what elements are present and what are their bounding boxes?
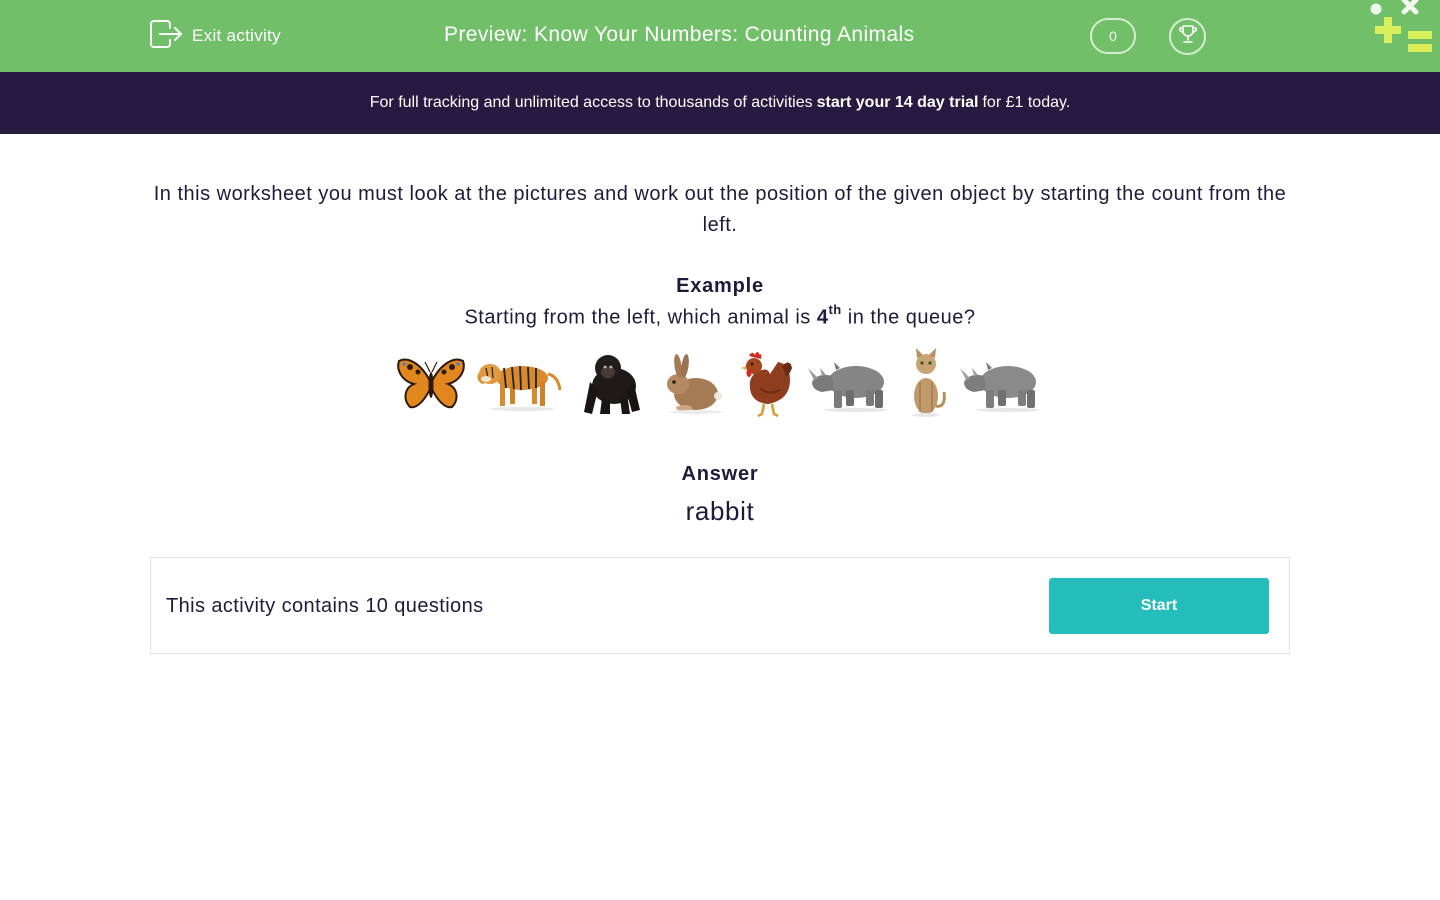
trial-banner: For full tracking and unlimited access t… bbox=[0, 72, 1440, 134]
butterfly-image bbox=[397, 358, 465, 409]
activity-start-panel: This activity contains 10 questions Star… bbox=[150, 557, 1290, 654]
answer-value: rabbit bbox=[685, 496, 755, 526]
cat-image bbox=[912, 348, 946, 417]
ordinal-number: 4 bbox=[816, 306, 829, 329]
site-logo bbox=[1370, 0, 1432, 52]
example-question: Starting from the left, which animal is … bbox=[0, 302, 1440, 330]
trophy-button[interactable] bbox=[1169, 18, 1206, 55]
tiger-image bbox=[477, 364, 562, 411]
intro-text: In this worksheet you must look at the p… bbox=[153, 183, 1287, 236]
answer-heading: Answer bbox=[681, 463, 759, 485]
trial-link[interactable]: start your 14 day trial bbox=[817, 94, 979, 112]
banner-text-before: For full tracking and unlimited access t… bbox=[369, 94, 813, 111]
question-count-text: This activity contains 10 questions bbox=[166, 595, 484, 617]
start-button[interactable]: Start bbox=[1049, 578, 1269, 634]
trophy-icon bbox=[1177, 23, 1199, 50]
animal-queue bbox=[0, 340, 1440, 420]
exit-activity-label: Exit activity bbox=[192, 26, 281, 45]
example-heading: Example bbox=[676, 275, 764, 297]
banner-text-after: for £1 today. bbox=[982, 94, 1071, 111]
exit-activity-button[interactable]: Exit activity bbox=[149, 19, 281, 54]
ordinal-suffix: th bbox=[828, 302, 842, 317]
gorilla-image bbox=[584, 355, 640, 414]
question-text-before: Starting from the left, which animal is bbox=[464, 306, 811, 329]
top-bar: Exit activity Preview: Know Your Numbers… bbox=[0, 0, 1440, 72]
page-title: Preview: Know Your Numbers: Counting Ani… bbox=[444, 23, 915, 46]
rabbit-image bbox=[667, 354, 722, 414]
rhino-image bbox=[960, 362, 1040, 412]
question-text-after: in the queue? bbox=[847, 306, 976, 329]
rhino-image bbox=[808, 362, 888, 412]
exit-icon bbox=[149, 19, 183, 54]
chicken-image bbox=[741, 352, 792, 418]
score-counter: 0 bbox=[1090, 18, 1136, 54]
